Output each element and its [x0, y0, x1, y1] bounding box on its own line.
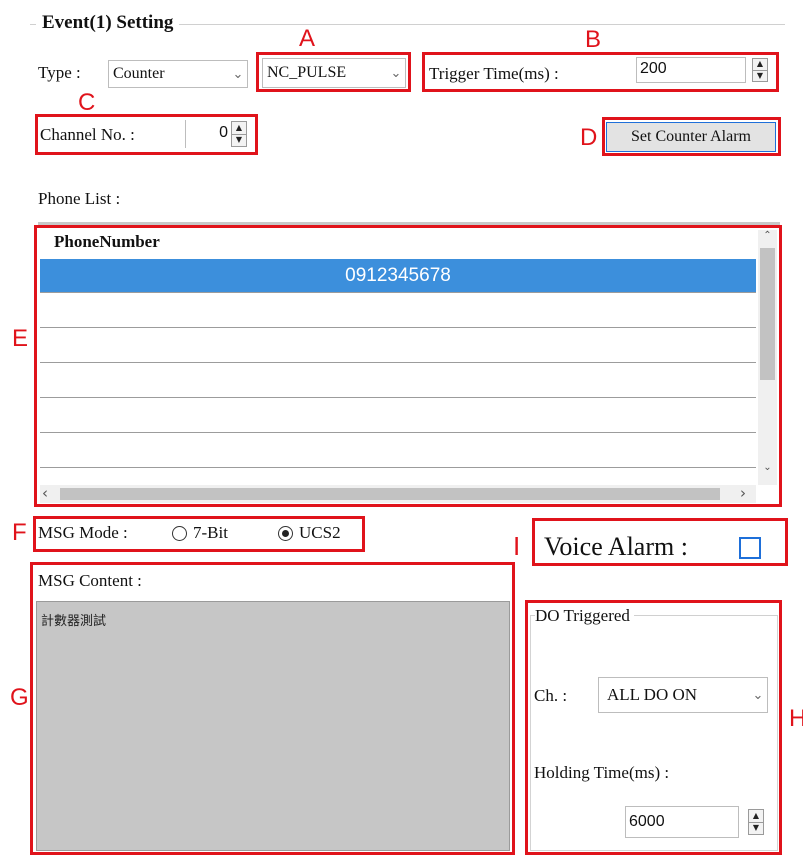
callout-g-box	[30, 562, 515, 855]
callout-h-box	[525, 600, 782, 855]
callout-f-box	[33, 516, 365, 552]
callout-e-label: E	[12, 325, 29, 352]
callout-i-box	[532, 518, 788, 566]
callout-e-box	[34, 225, 782, 507]
callout-c-label: C	[78, 89, 96, 116]
type-select-value: Counter	[113, 65, 165, 82]
group-title: Event(1) Setting	[36, 12, 180, 34]
phone-list-label: Phone List :	[38, 189, 121, 208]
callout-a-box	[256, 52, 411, 92]
callout-b-box	[422, 52, 779, 92]
callout-d-box	[602, 117, 781, 156]
type-label: Type :	[38, 63, 81, 82]
type-select[interactable]: Counter ⌄	[108, 60, 248, 88]
callout-a-label: A	[299, 25, 316, 52]
callout-d-label: D	[580, 124, 598, 151]
callout-c-box	[35, 114, 258, 155]
callout-h-label: H	[789, 705, 803, 732]
callout-f-label: F	[12, 519, 27, 546]
callout-g-label: G	[10, 684, 29, 711]
callout-b-label: B	[585, 26, 602, 53]
do-group-divider	[520, 566, 803, 567]
chevron-down-icon: ⌄	[232, 66, 244, 82]
callout-i-label: I	[513, 531, 521, 561]
